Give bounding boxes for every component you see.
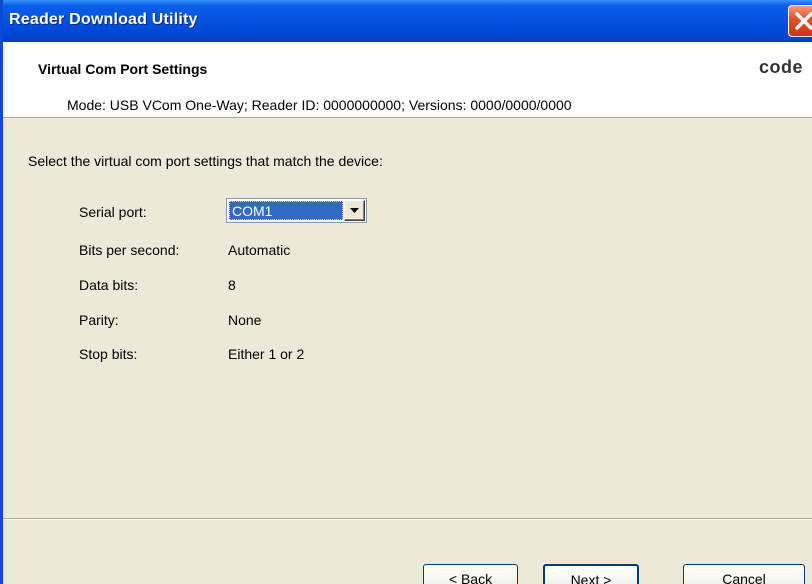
instruction-text: Select the virtual com port settings tha… <box>28 153 383 169</box>
close-icon <box>795 12 812 30</box>
back-button[interactable]: < Back <box>423 564 518 584</box>
brand-logo: code <box>759 57 804 77</box>
back-button-label: < Back <box>448 571 493 584</box>
stop-bits-label: Stop bits: <box>79 346 138 362</box>
next-button-label: Next > <box>570 572 612 584</box>
cancel-button[interactable]: Cancel <box>683 564 805 584</box>
serial-port-dropdown-button[interactable] <box>344 200 365 221</box>
parity-label: Parity: <box>79 312 119 328</box>
title-bar[interactable]: Reader Download Utility <box>3 0 812 42</box>
wizard-header: Virtual Com Port Settings code Mode: USB… <box>3 42 812 118</box>
chevron-down-icon <box>350 208 359 213</box>
cancel-button-label: Cancel <box>722 571 766 584</box>
footer-divider <box>3 518 812 520</box>
data-bits-value: 8 <box>228 277 236 293</box>
data-bits-label: Data bits: <box>79 277 139 293</box>
bits-per-second-label: Bits per second: <box>79 242 180 258</box>
close-button[interactable] <box>788 5 812 37</box>
parity-value: None <box>228 312 262 328</box>
stop-bits-value: Either 1 or 2 <box>228 346 305 362</box>
page-title: Virtual Com Port Settings <box>38 61 208 77</box>
serial-port-select[interactable]: COM1 <box>226 198 367 223</box>
serial-port-label: Serial port: <box>79 204 147 220</box>
mode-status-text: Mode: USB VCom One-Way; Reader ID: 00000… <box>67 97 572 113</box>
window-title: Reader Download Utility <box>9 11 198 28</box>
next-button[interactable]: Next > <box>543 564 639 584</box>
serial-port-selected-value: COM1 <box>229 201 343 220</box>
bits-per-second-value: Automatic <box>228 242 291 258</box>
dialog-window: Reader Download Utility Virtual Com Port… <box>0 0 812 584</box>
